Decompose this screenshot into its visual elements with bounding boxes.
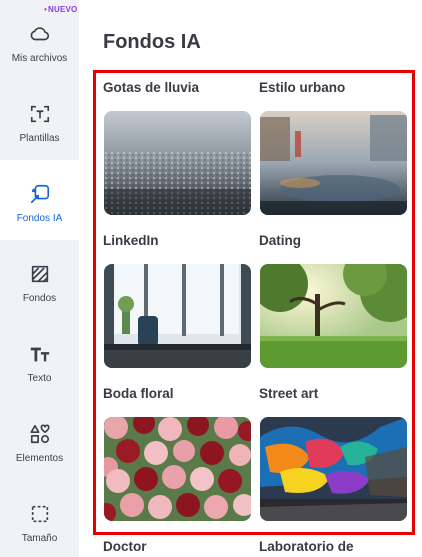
office-thumbnail[interactable] [104, 264, 251, 368]
sidebar-item-fondos-ia[interactable]: Fondos IA [0, 160, 79, 240]
graffiti-thumbnail[interactable] [260, 417, 407, 521]
sidebar-item-label: Plantillas [19, 133, 60, 144]
sidebar-item-elementos[interactable]: Elementos [0, 400, 79, 480]
panel-title: Fondos IA [103, 31, 201, 53]
rain-drops-thumbnail[interactable] [104, 111, 251, 215]
sidebar-item-plantillas[interactable]: Plantillas [0, 80, 79, 160]
backgrounds-icon [28, 262, 52, 286]
elements-icon [28, 422, 52, 446]
park-thumbnail[interactable] [260, 264, 407, 368]
card-label-doctor: Doctor [103, 539, 147, 554]
sidebar-item-label: Fondos IA [16, 213, 63, 224]
ai-backgrounds-panel: Fondos IA Gotas de lluvia Estilo urbano [79, 0, 422, 557]
cloud-icon [28, 22, 52, 46]
text-icon [28, 342, 52, 366]
sidebar-item-label: Mis archivos [11, 53, 68, 64]
templates-icon [28, 102, 52, 126]
sidebar-item-mis-archivos[interactable]: •NUEVO Mis archivos [0, 0, 79, 80]
card-label-laboratorio: Laboratorio de [259, 539, 354, 554]
roses-thumbnail[interactable] [104, 417, 251, 521]
ai-backgrounds-icon [28, 182, 52, 206]
urban-street-thumbnail[interactable] [260, 111, 407, 215]
card-label-urbano: Estilo urbano [259, 80, 346, 95]
sidebar-item-fondos[interactable]: Fondos [0, 240, 79, 320]
card-label-boda: Boda floral [103, 386, 174, 401]
card-label-street-art: Street art [259, 386, 319, 401]
sidebar-item-tamano[interactable]: Tamaño [0, 480, 79, 557]
sidebar-item-texto[interactable]: Texto [0, 320, 79, 400]
card-label-dating: Dating [259, 233, 301, 248]
new-badge: •NUEVO [44, 5, 78, 14]
resize-icon [28, 502, 52, 526]
sidebar: •NUEVO Mis archivos Plantillas Fondos IA… [0, 0, 79, 557]
card-label-linkedin: LinkedIn [103, 233, 159, 248]
sidebar-item-label: Tamaño [21, 533, 58, 544]
sidebar-item-label: Elementos [15, 453, 64, 464]
sidebar-item-label: Fondos [22, 293, 57, 304]
card-label-gotas: Gotas de lluvia [103, 80, 200, 95]
sidebar-item-label: Texto [27, 373, 52, 384]
